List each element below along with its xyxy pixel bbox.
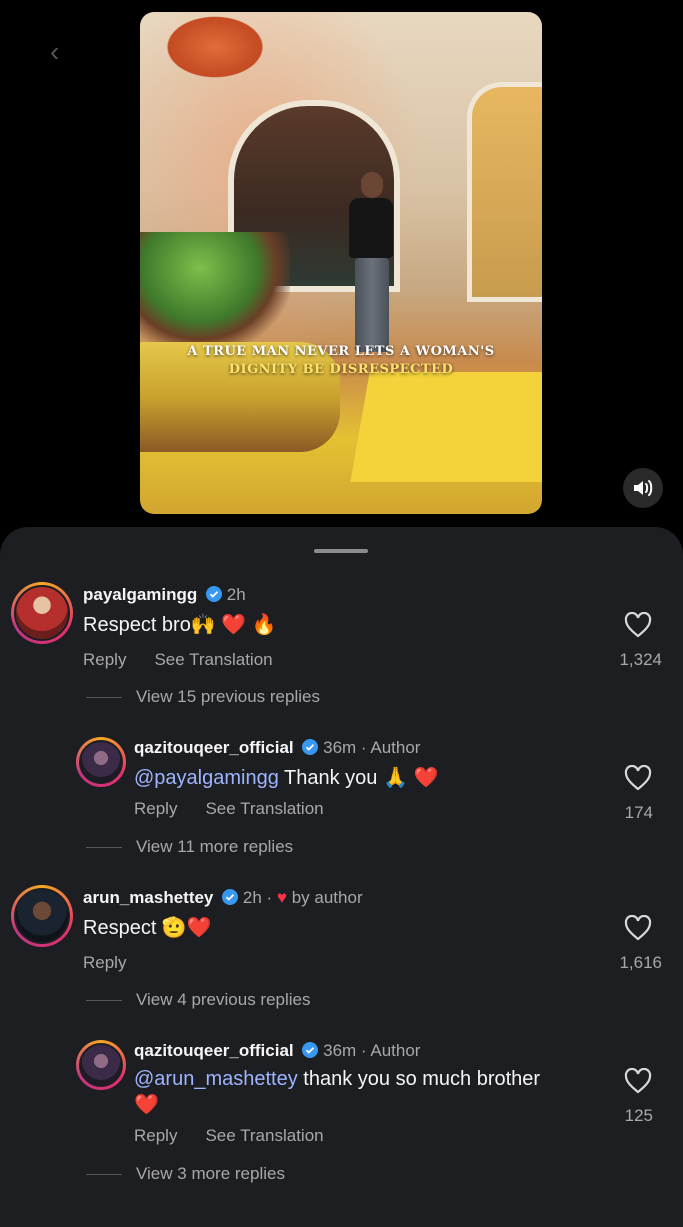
comment-username[interactable]: qazitouqeer_official [134, 1041, 294, 1060]
video-caption-line-2: DIGNITY BE DISRESPECTED [228, 362, 454, 377]
view-replies-button[interactable]: View 15 previous replies [86, 687, 320, 707]
view-replies-label: View 15 previous replies [136, 687, 320, 706]
reply-button[interactable]: Reply [134, 1126, 177, 1145]
volume-button[interactable] [623, 468, 663, 508]
see-translation-button[interactable]: See Translation [205, 1126, 323, 1145]
video-caption-line-1: A TRUE MAN NEVER LETS A WOMAN'S [187, 344, 495, 359]
like-count: 1,616 [619, 953, 662, 972]
verified-badge-icon [222, 889, 239, 905]
view-replies-button[interactable]: View 11 more replies [86, 837, 293, 857]
comment-text: Respect 🫡❤️ [83, 917, 212, 939]
comment-username[interactable]: qazitouqeer_official [134, 738, 294, 757]
video-scene-arch [467, 82, 542, 302]
see-translation-button[interactable]: See Translation [205, 799, 323, 818]
comment-text: Respect bro🙌 ❤️ 🔥 [83, 614, 277, 636]
comment-text-line-2: ❤️ [134, 1094, 159, 1116]
heart-outline-icon[interactable] [624, 1068, 652, 1094]
reply-button[interactable]: Reply [134, 799, 177, 818]
video-scene-planter [140, 232, 290, 352]
back-icon[interactable]: ‹ [50, 38, 74, 66]
comments-sheet: payalgamingg 2h Respect bro🙌 ❤️ 🔥 Reply S… [0, 527, 683, 1227]
view-replies-label: View 11 more replies [136, 837, 294, 856]
mention-link[interactable]: @payalgamingg [134, 767, 279, 789]
speaker-icon [634, 480, 653, 496]
like-count: 174 [624, 803, 653, 822]
comment-text: thank you so much brother [297, 1068, 541, 1090]
reply-button[interactable]: Reply [83, 953, 126, 972]
heart-outline-icon[interactable] [624, 612, 652, 638]
drag-handle[interactable] [314, 549, 368, 553]
video-area: ‹ A TRUE MAN NEVER LETS A WOMAN'S DIGNIT… [0, 0, 683, 530]
view-replies-button[interactable]: View 4 previous replies [86, 990, 311, 1010]
verified-badge-icon [302, 1042, 319, 1058]
verified-badge-icon [302, 739, 319, 755]
video-scene-person [345, 172, 397, 352]
like-count: 125 [624, 1106, 653, 1125]
view-replies-button[interactable]: View 3 more replies [86, 1164, 285, 1184]
mention-link[interactable]: @arun_mashettey [134, 1068, 298, 1090]
comment-username[interactable]: payalgamingg [83, 585, 197, 604]
video-scene-decor [160, 12, 270, 82]
avatar[interactable] [11, 885, 73, 947]
avatar[interactable] [76, 1040, 126, 1090]
liked-by-author-heart-icon: ♥ [276, 888, 287, 907]
comment-text: Thank you 🙏 ❤️ [278, 767, 439, 789]
see-translation-button[interactable]: See Translation [154, 650, 272, 669]
video-player[interactable]: A TRUE MAN NEVER LETS A WOMAN'S DIGNITY … [140, 12, 542, 514]
comment-time: 36m · Author [323, 1041, 421, 1060]
liked-by-author-label: by author [291, 888, 363, 907]
avatar[interactable] [76, 737, 126, 787]
avatar[interactable] [11, 582, 73, 644]
comment-time: 2h [226, 585, 246, 604]
comment-time: 2h · [242, 888, 277, 907]
comment-username[interactable]: arun_mashettey [83, 888, 213, 907]
heart-outline-icon[interactable] [624, 765, 652, 791]
comment-time: 36m · Author [323, 738, 421, 757]
video-scene-rug [350, 372, 542, 482]
view-replies-label: View 3 more replies [136, 1164, 285, 1183]
like-count: 1,324 [619, 650, 662, 669]
verified-badge-icon [206, 586, 223, 602]
heart-outline-icon[interactable] [624, 915, 652, 941]
reply-button[interactable]: Reply [83, 650, 126, 669]
view-replies-label: View 4 previous replies [136, 990, 311, 1009]
